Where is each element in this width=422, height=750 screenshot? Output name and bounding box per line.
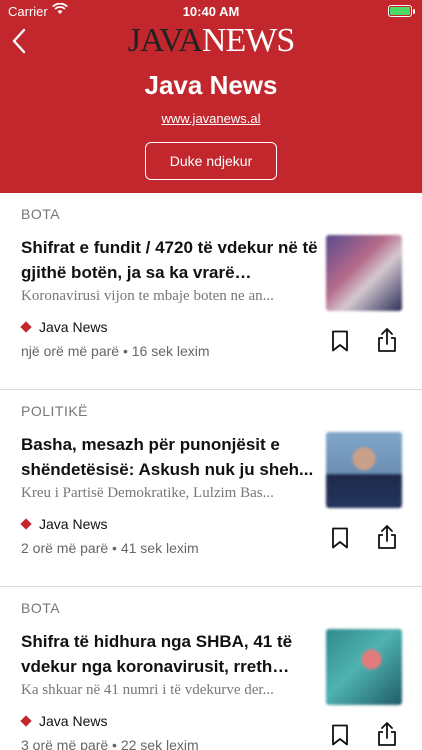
status-bar: Carrier 10:40 AM (0, 0, 422, 22)
java-news-logo: JAVANEWS (127, 22, 295, 59)
bookmark-icon[interactable] (330, 724, 350, 746)
source-name: Java News (39, 319, 108, 335)
article-headline[interactable]: Shifra të hidhura nga SHBA, 41 të vdekur… (21, 629, 319, 679)
source-diamond-icon (20, 518, 32, 530)
source-name: Java News (39, 516, 108, 532)
bookmark-icon[interactable] (330, 330, 350, 352)
article-source[interactable]: Java News (20, 713, 108, 729)
article-thumbnail[interactable] (326, 235, 402, 311)
follow-button[interactable]: Duke ndjekur (145, 142, 277, 180)
status-time: 10:40 AM (182, 4, 240, 19)
article-summary: Koronavirusi vijon te mbaje boten ne an.… (21, 288, 274, 304)
source-diamond-icon (20, 715, 32, 727)
article-meta: një orë më parë • 16 sek lexim (21, 343, 210, 359)
article-source[interactable]: Java News (20, 319, 108, 335)
share-icon[interactable] (376, 721, 398, 747)
article-card[interactable]: BOTA Shifra të hidhura nga SHBA, 41 të v… (0, 587, 422, 750)
article-headline[interactable]: Shifrat e fundit / 4720 të vdekur në të … (21, 235, 319, 285)
article-category: POLITIKË (21, 403, 89, 419)
article-category: BOTA (21, 206, 61, 222)
article-meta: 2 orë më parë • 41 sek lexim (21, 540, 199, 556)
battery-icon (388, 5, 415, 17)
website-link[interactable]: www.javanews.al (0, 111, 422, 126)
channel-title: Java News (144, 70, 278, 100)
bookmark-icon[interactable] (330, 527, 350, 549)
source-diamond-icon (20, 321, 32, 333)
article-source[interactable]: Java News (20, 516, 108, 532)
article-summary: Kreu i Partisë Demokratike, Lulzim Bas..… (21, 485, 274, 501)
article-thumbnail[interactable] (326, 432, 402, 508)
share-icon[interactable] (376, 524, 398, 550)
article-card[interactable]: POLITIKË Basha, mesazh për punonjësit e … (0, 390, 422, 587)
article-category: BOTA (21, 600, 61, 616)
share-icon[interactable] (376, 327, 398, 353)
article-meta: 3 orë më parë • 22 sek lexim (21, 737, 199, 750)
article-card[interactable]: BOTA Shifrat e fundit / 4720 të vdekur n… (0, 193, 422, 390)
channel-header: Carrier 10:40 AM JAVANEWS Java News www.… (0, 0, 422, 193)
article-thumbnail[interactable] (326, 629, 402, 705)
source-name: Java News (39, 713, 108, 729)
article-summary: Ka shkuar në 41 numri i të vdekurve der.… (21, 682, 274, 698)
article-headline[interactable]: Basha, mesazh për punonjësit e shëndetës… (21, 432, 319, 482)
